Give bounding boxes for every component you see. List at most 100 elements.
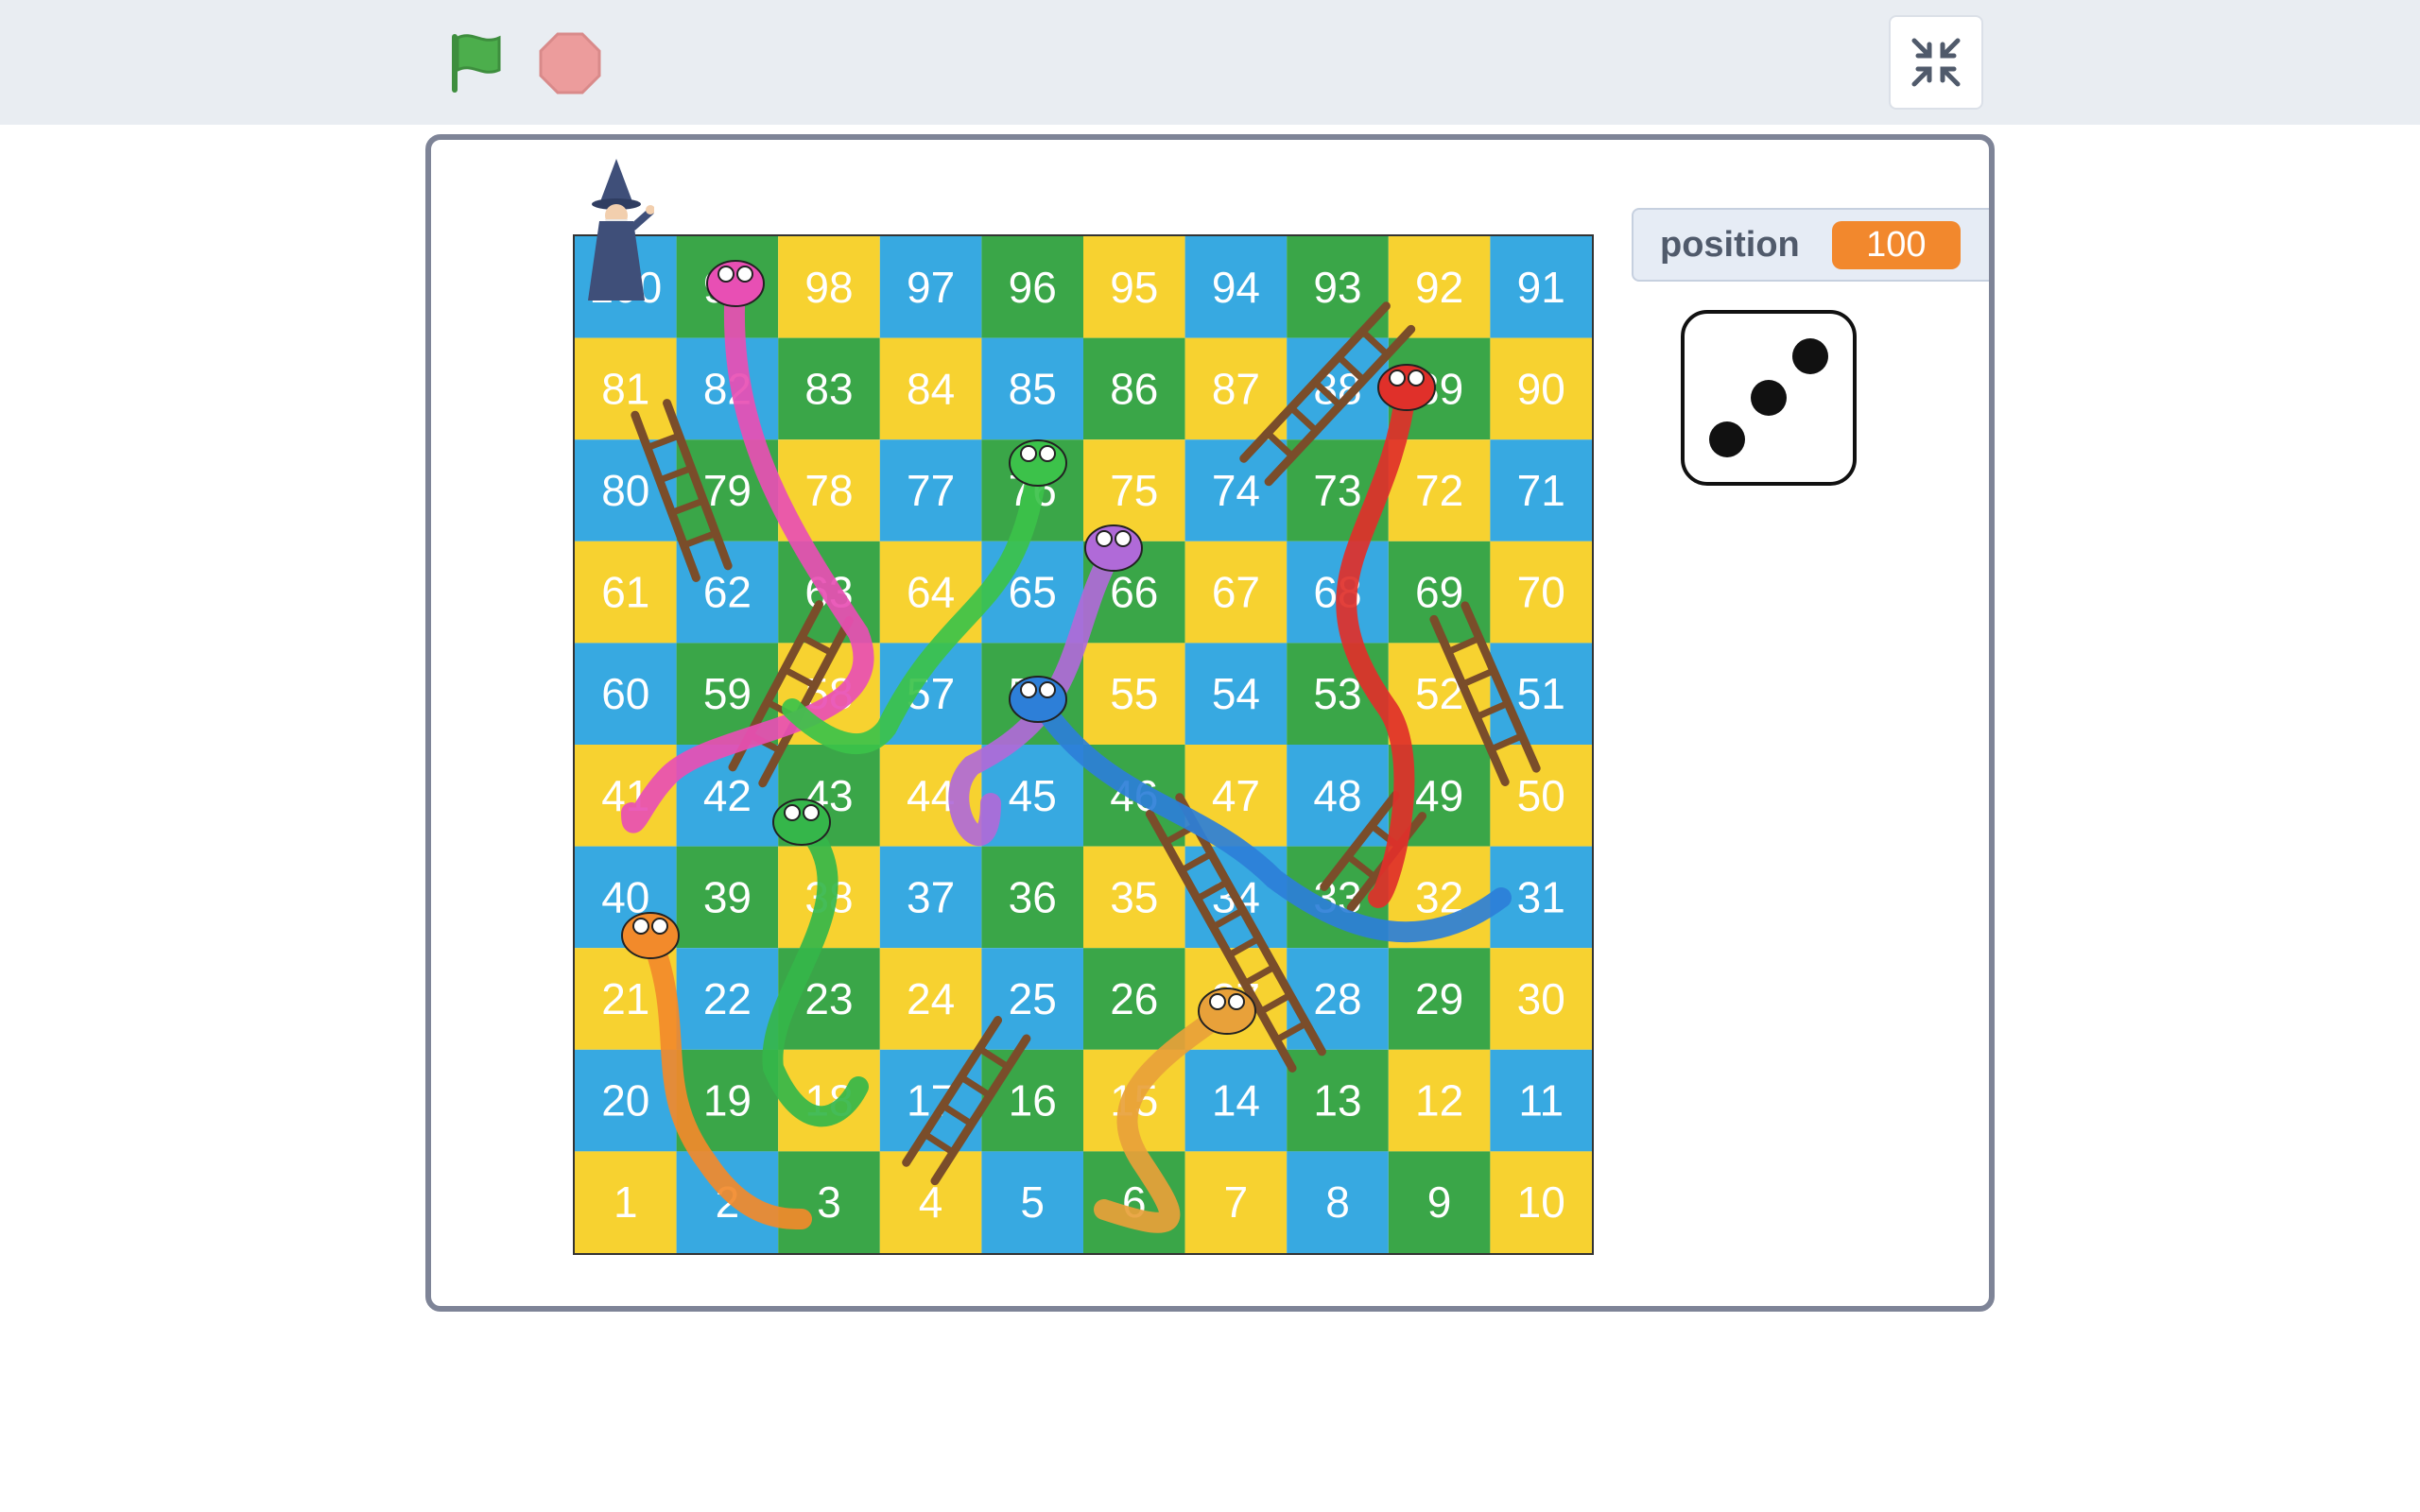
snake-eye — [1389, 369, 1406, 387]
snake-eye — [1408, 369, 1425, 387]
board-cell-number: 10 — [1517, 1177, 1565, 1227]
snake-eye — [1020, 681, 1037, 698]
board-cell-number: 80 — [601, 466, 649, 515]
snake-head — [1009, 676, 1067, 723]
board-cell-number: 73 — [1313, 466, 1361, 515]
snake-head — [1198, 988, 1256, 1035]
board-cell-number: 66 — [1110, 568, 1158, 617]
snake-eye — [632, 918, 649, 935]
snake-eye — [1039, 445, 1056, 462]
board-cell-number: 36 — [1009, 872, 1057, 921]
board-cell-number: 98 — [804, 263, 853, 312]
board-cell-number: 44 — [907, 771, 955, 820]
snake-eye — [1096, 530, 1113, 547]
board-cell-number: 84 — [907, 364, 955, 413]
board-cell-number: 14 — [1212, 1076, 1260, 1125]
dice-pip — [1792, 338, 1828, 374]
board-cell-number: 20 — [601, 1076, 649, 1125]
board-cell-number: 78 — [804, 466, 853, 515]
snake-head — [772, 799, 831, 846]
board-cell-number: 87 — [1212, 364, 1260, 413]
snake-eye — [1209, 993, 1226, 1010]
board-cell-number: 53 — [1313, 669, 1361, 718]
snake-eye — [717, 266, 735, 283]
board-grid: 1009998979695949392918182838485868788899… — [575, 236, 1592, 1253]
board-cell-number: 51 — [1517, 669, 1565, 718]
board-cell-number: 96 — [1009, 263, 1057, 312]
board-cell-number: 64 — [907, 568, 955, 617]
board-cell-number: 7 — [1224, 1177, 1249, 1227]
board-cell-number: 1 — [614, 1177, 638, 1227]
board-cell-number: 28 — [1313, 974, 1361, 1023]
board-cell-number: 8 — [1325, 1177, 1350, 1227]
board-cell-number: 75 — [1110, 466, 1158, 515]
board-cell-number: 60 — [601, 669, 649, 718]
board-cell-number: 93 — [1313, 263, 1361, 312]
wizard-icon — [588, 159, 654, 301]
snake-head — [1377, 364, 1436, 411]
board-cell-number: 90 — [1517, 364, 1565, 413]
board-cell-number: 94 — [1212, 263, 1260, 312]
board-cell-number: 23 — [804, 974, 853, 1023]
monitor-label: position — [1660, 224, 1800, 265]
board-cell-number: 30 — [1517, 974, 1565, 1023]
board-cell-number: 92 — [1415, 263, 1463, 312]
board-cell-number: 22 — [703, 974, 752, 1023]
board-cell-number: 39 — [703, 872, 752, 921]
board-cell-number: 16 — [1009, 1076, 1057, 1125]
dice-pip — [1751, 380, 1787, 416]
stage-canvas[interactable]: 1009998979695949392918182838485868788899… — [425, 134, 1995, 1312]
dice-sprite[interactable] — [1681, 310, 1857, 486]
stop-button[interactable] — [539, 32, 601, 94]
board-cell-number: 19 — [703, 1076, 752, 1125]
board-cell-number: 70 — [1517, 568, 1565, 617]
snake-eye — [1020, 445, 1037, 462]
board-cell-number: 72 — [1415, 466, 1463, 515]
stop-sign-icon — [539, 32, 601, 94]
board-cell-number: 13 — [1313, 1076, 1361, 1125]
board-cell-number: 97 — [907, 263, 955, 312]
board-cell-number: 35 — [1110, 872, 1158, 921]
snake-eye — [1228, 993, 1245, 1010]
snake-eye — [1039, 681, 1056, 698]
board-cell-number: 50 — [1517, 771, 1565, 820]
board-cell-number: 62 — [703, 568, 752, 617]
board-cell-number: 83 — [804, 364, 853, 413]
board-cell-number: 91 — [1517, 263, 1565, 312]
snake-head — [706, 260, 765, 307]
stage-header — [0, 0, 2420, 125]
board-cell-number: 95 — [1110, 263, 1158, 312]
snake-eye — [784, 804, 801, 821]
snake-eye — [736, 266, 753, 283]
board-cell-number: 26 — [1110, 974, 1158, 1023]
board-cell-number: 69 — [1415, 568, 1463, 617]
board-cell-number: 45 — [1009, 771, 1057, 820]
board-cell-number: 37 — [907, 872, 955, 921]
board-cell-number: 3 — [817, 1177, 841, 1227]
green-flag-icon — [452, 34, 501, 93]
board-cell-number: 61 — [601, 568, 649, 617]
board-cell-number: 54 — [1212, 669, 1260, 718]
position-variable-monitor: position 100 — [1632, 208, 1989, 282]
board-cell-number: 31 — [1517, 872, 1565, 921]
board-cell-number: 74 — [1212, 466, 1260, 515]
snake-head — [621, 912, 680, 959]
green-flag-button[interactable] — [444, 28, 516, 96]
board-cell-number: 24 — [907, 974, 955, 1023]
monitor-value: 100 — [1831, 220, 1961, 269]
board-cell-number: 47 — [1212, 771, 1260, 820]
board-cell-number: 5 — [1020, 1177, 1045, 1227]
board-cell-number: 11 — [1518, 1076, 1564, 1125]
snake-head — [1084, 524, 1143, 572]
snake-eye — [1115, 530, 1132, 547]
board-cell-number: 59 — [703, 669, 752, 718]
snake-head — [1009, 439, 1067, 487]
board-cell-number: 4 — [919, 1177, 943, 1227]
board-cell-number: 9 — [1427, 1177, 1452, 1227]
board-cell-number: 81 — [601, 364, 649, 413]
board-cell-number: 65 — [1009, 568, 1057, 617]
board-cell-number: 29 — [1415, 974, 1463, 1023]
board-cell-number: 67 — [1212, 568, 1260, 617]
snake-eye — [651, 918, 668, 935]
exit-fullscreen-button[interactable] — [1889, 15, 1983, 110]
